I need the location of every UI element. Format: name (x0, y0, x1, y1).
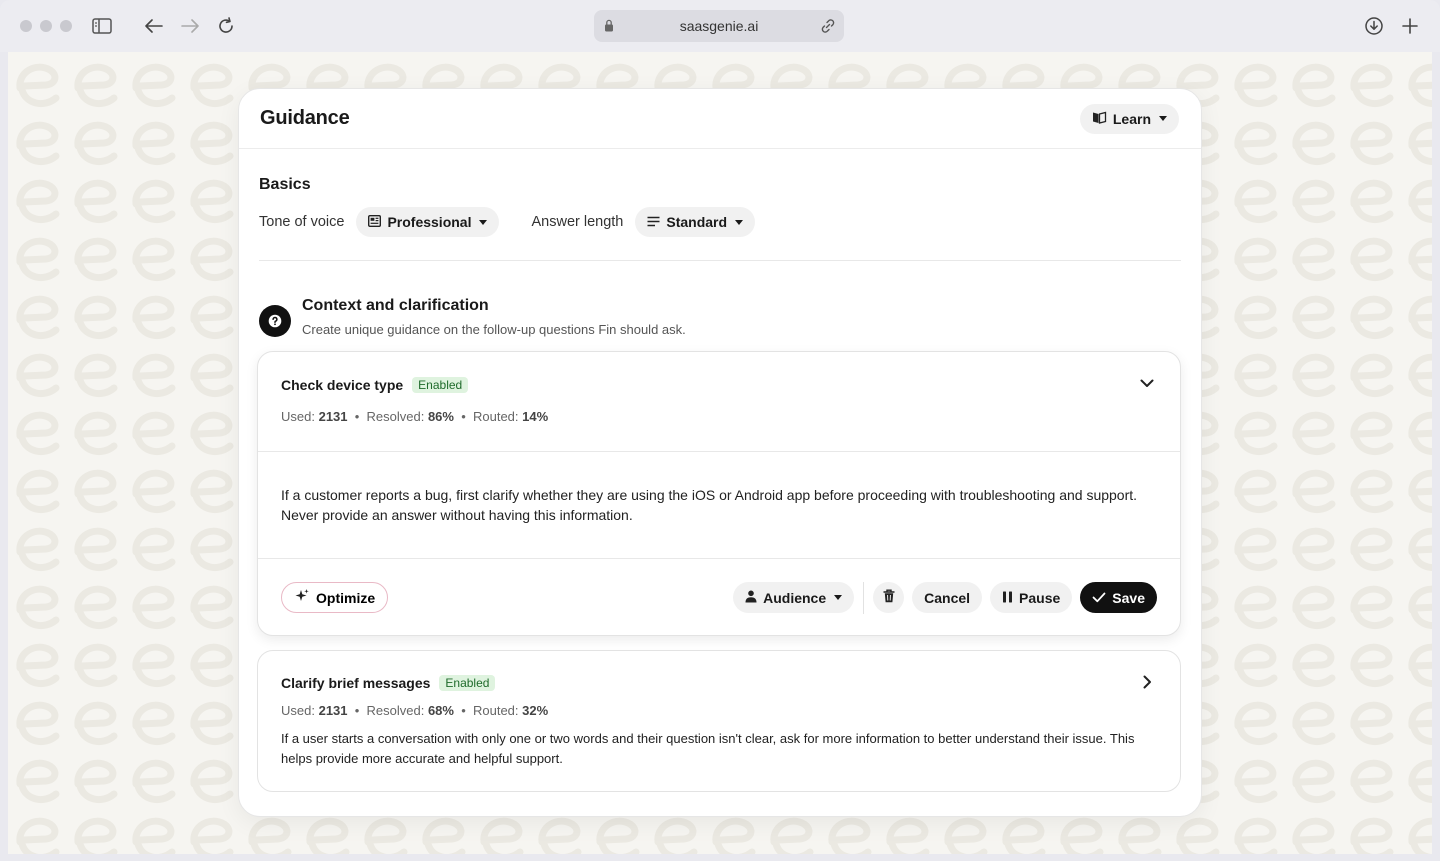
learn-label: Learn (1112, 110, 1151, 127)
download-icon[interactable] (1362, 14, 1386, 38)
reload-icon[interactable] (214, 14, 238, 38)
save-button[interactable]: Save (1080, 582, 1157, 613)
basics-section: Basics Tone of voice Professional Answer… (239, 149, 1201, 261)
answer-length-select[interactable]: Standard (635, 207, 756, 237)
basics-heading: Basics (259, 176, 311, 193)
tone-select[interactable]: Professional (356, 207, 500, 237)
close-window-button[interactable] (20, 20, 32, 32)
context-title: Context and clarification (302, 297, 489, 314)
trash-icon (883, 589, 895, 606)
chevron-down-icon (1159, 116, 1167, 121)
question-mark-icon (259, 305, 291, 337)
guidance-title: Check device type (281, 377, 404, 393)
chevron-down-icon (735, 219, 744, 225)
used-label: Used: (281, 703, 315, 718)
chevron-down-icon[interactable] (1138, 374, 1156, 392)
guidance-card-collapsed[interactable]: Clarify brief messages Enabled Used: 213… (257, 650, 1181, 792)
resolved-value: 68% (427, 703, 454, 718)
delete-button[interactable] (873, 582, 905, 613)
card-actions: Optimize Audience Cancel Pause Save (258, 558, 1180, 636)
context-section-header: Context and clarification Create unique … (239, 261, 1201, 337)
tone-value: Professional (387, 214, 472, 230)
card-title-row: Check device type Enabled (281, 377, 469, 393)
cancel-label: Cancel (924, 589, 971, 606)
cancel-button[interactable]: Cancel (912, 582, 983, 613)
used-label: Used: (281, 409, 315, 424)
usage-stats: Used: 2131 • Resolved: 86% • Routed: 14% (281, 409, 549, 424)
usage-stats: Used: 2131 • Resolved: 68% • Routed: 32% (281, 703, 549, 718)
panel-header: Guidance Learn (239, 89, 1201, 149)
page-title: Guidance (260, 107, 350, 129)
sparkle-icon (294, 588, 310, 607)
learn-button[interactable]: Learn (1079, 103, 1179, 134)
guidance-panel: Guidance Learn Basics Tone of voice Prof… (238, 88, 1202, 817)
lock-icon (604, 19, 614, 35)
context-subtitle: Create unique guidance on the follow-up … (302, 322, 686, 337)
chevron-down-icon (834, 595, 843, 600)
newspaper-icon (368, 214, 382, 230)
audience-label: Audience (763, 589, 827, 606)
minimize-window-button[interactable] (40, 20, 52, 32)
used-value: 2131 (318, 409, 348, 424)
new-tab-icon[interactable] (1398, 14, 1422, 38)
used-value: 2131 (318, 703, 348, 718)
address-bar[interactable]: saasgenie.ai (594, 10, 844, 42)
pause-button[interactable]: Pause (990, 582, 1073, 613)
checkmark-icon (1092, 590, 1106, 606)
optimize-button[interactable]: Optimize (281, 582, 389, 613)
routed-value: 14% (522, 409, 549, 424)
resolved-label: Resolved: (366, 703, 425, 718)
browser-toolbar: saasgenie.ai (0, 0, 1440, 52)
routed-label: Routed: (472, 703, 519, 718)
pause-icon (1002, 590, 1013, 606)
lines-icon (647, 214, 660, 230)
action-buttons: Audience Cancel Pause Save (733, 581, 1157, 614)
url-text: saasgenie.ai (679, 18, 759, 34)
forward-arrow-icon[interactable] (178, 14, 202, 38)
status-badge: Enabled (439, 675, 496, 691)
action-divider (863, 581, 865, 614)
resolved-value: 86% (427, 409, 454, 424)
guidance-card-expanded: Check device type Enabled Used: 2131 • R… (257, 351, 1181, 636)
card-title-row: Clarify brief messages Enabled (281, 675, 496, 691)
sidebar-toggle-icon[interactable] (90, 14, 114, 38)
answer-length-label: Answer length (531, 214, 624, 230)
status-badge: Enabled (412, 377, 469, 393)
link-icon[interactable] (820, 18, 836, 37)
routed-value: 32% (522, 703, 549, 718)
card-divider (258, 451, 1180, 452)
book-icon (1092, 111, 1107, 127)
pause-label: Pause (1019, 589, 1061, 606)
window-controls (20, 20, 72, 32)
routed-label: Routed: (472, 409, 519, 424)
guidance-text[interactable]: If a customer reports a bug, first clari… (281, 485, 1151, 525)
audience-button[interactable]: Audience (733, 582, 855, 613)
optimize-label: Optimize (316, 589, 376, 606)
resolved-label: Resolved: (366, 409, 425, 424)
answer-length-value: Standard (666, 214, 728, 230)
basics-controls: Tone of voice Professional Answer length… (259, 206, 1181, 238)
page-viewport: Guidance Learn Basics Tone of voice Prof… (8, 52, 1432, 854)
guidance-title: Clarify brief messages (281, 675, 431, 691)
person-icon (745, 590, 757, 606)
back-arrow-icon[interactable] (142, 14, 166, 38)
maximize-window-button[interactable] (60, 20, 72, 32)
guidance-text: If a user starts a conversation with onl… (281, 731, 1135, 766)
chevron-down-icon (479, 219, 488, 225)
save-label: Save (1112, 589, 1145, 606)
tone-label: Tone of voice (259, 214, 345, 230)
chevron-right-icon[interactable] (1138, 673, 1156, 691)
